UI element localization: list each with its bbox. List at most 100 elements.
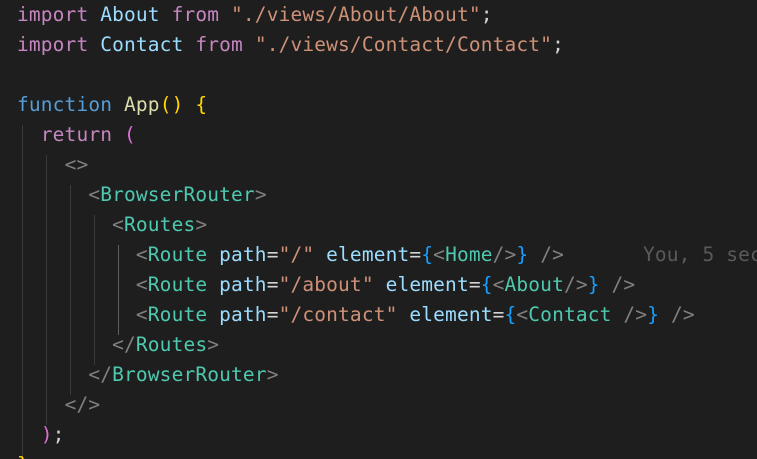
- code-line-12[interactable]: </Routes>: [17, 330, 219, 360]
- token-string: "./views/Contact/Contact": [254, 33, 553, 56]
- code-editor[interactable]: import About from "./views/About/About";…: [0, 0, 757, 459]
- token-angle: />: [540, 243, 564, 266]
- token-angle: />: [623, 303, 648, 326]
- token-attr: element: [385, 273, 469, 296]
- git-blame-annotation: You, 5 sec: [643, 243, 757, 266]
- token-brace: }: [587, 273, 600, 296]
- token-angle: <: [135, 243, 148, 266]
- token-fragment: </>: [64, 393, 101, 416]
- code-line-9[interactable]: <Route path="/" element={<Home/>} />: [17, 240, 564, 270]
- token-punct: =: [266, 243, 279, 266]
- token-attr: path: [219, 303, 267, 326]
- code-line-8[interactable]: <Routes>: [17, 210, 207, 240]
- token-punct: =: [266, 303, 279, 326]
- token-angle: </: [88, 363, 113, 386]
- code-line-16[interactable]: }: [17, 450, 29, 459]
- code-line-13[interactable]: </BrowserRouter>: [17, 360, 279, 390]
- token-fragment: <>: [64, 153, 89, 176]
- code-line-11[interactable]: <Route path="/contact" element={<Contact…: [17, 300, 695, 330]
- token-tag: Route: [147, 273, 208, 296]
- token-angle: <: [135, 303, 148, 326]
- token-tag: BrowserRouter: [100, 183, 255, 206]
- token-tag: Home: [445, 243, 493, 266]
- token-angle: <: [516, 303, 529, 326]
- code-line-5[interactable]: return (: [17, 120, 136, 150]
- token-string: "/about": [278, 273, 374, 296]
- code-line-2[interactable]: import Contact from "./views/Contact/Con…: [17, 30, 564, 60]
- token-tag: Contact: [528, 303, 612, 326]
- code-line-7[interactable]: <BrowserRouter>: [17, 180, 267, 210]
- token-tag: Routes: [135, 333, 208, 356]
- token-paren: (: [159, 93, 172, 116]
- token-angle: />: [670, 303, 695, 326]
- code-line-1[interactable]: import About from "./views/About/About";: [17, 0, 493, 30]
- token-keyword: function: [17, 93, 113, 116]
- token-identifier: Contact: [100, 33, 184, 56]
- token-punct: ;: [52, 423, 65, 446]
- token-angle: <: [88, 183, 101, 206]
- token-angle: <: [492, 273, 505, 296]
- token-string: "/": [278, 243, 315, 266]
- token-angle: />: [611, 273, 636, 296]
- token-punct: ;: [480, 3, 493, 26]
- code-line-14[interactable]: </>: [17, 390, 101, 420]
- token-angle: >: [254, 183, 267, 206]
- code-line-10[interactable]: <Route path="/about" element={<About/>} …: [17, 270, 635, 300]
- code-line-6[interactable]: <>: [17, 150, 89, 180]
- token-punct: =: [266, 273, 279, 296]
- token-keyword: import: [17, 3, 89, 26]
- token-punct: =: [468, 273, 481, 296]
- token-attr: element: [326, 243, 410, 266]
- token-tag: About: [504, 273, 564, 296]
- code-line-4[interactable]: function App() {: [17, 90, 207, 120]
- token-angle: >: [207, 333, 220, 356]
- code-line-15[interactable]: );: [17, 420, 65, 450]
- token-angle: </: [112, 333, 136, 356]
- token-angle: <: [135, 273, 148, 296]
- token-string: "/contact": [278, 303, 398, 326]
- token-brace: {: [480, 273, 493, 296]
- token-attr: path: [219, 273, 267, 296]
- token-angle: >: [195, 213, 208, 236]
- token-angle: <: [112, 213, 125, 236]
- token-brace: }: [647, 303, 660, 326]
- token-brace: {: [195, 93, 208, 116]
- token-angle: />: [492, 243, 517, 266]
- token-keyword: return: [40, 123, 113, 146]
- token-angle: />: [563, 273, 588, 296]
- token-function: App: [124, 93, 160, 116]
- token-brace: {: [421, 243, 434, 266]
- token-keyword: from: [171, 3, 220, 26]
- token-angle: <: [433, 243, 446, 266]
- token-brace: }: [17, 453, 29, 459]
- token-string: "./views/About/About": [231, 3, 481, 26]
- token-punct: =: [409, 243, 422, 266]
- token-paren: ): [171, 93, 184, 116]
- token-attr: path: [219, 243, 267, 266]
- token-paren: (: [124, 123, 136, 146]
